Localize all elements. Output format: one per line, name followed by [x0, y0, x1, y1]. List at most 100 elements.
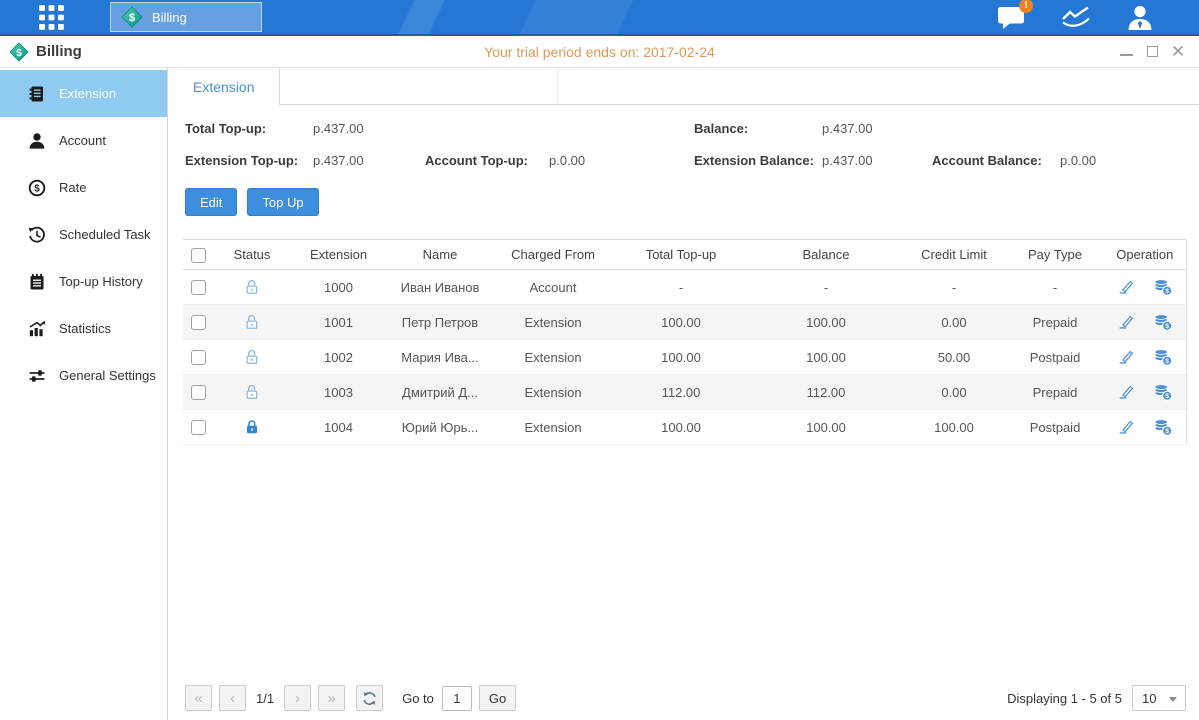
row-checkbox[interactable] — [191, 420, 206, 435]
tabstrip-empty-slot — [280, 68, 558, 105]
extension-topup-label: Extension Top-up: — [185, 153, 313, 168]
cell-total-topup: 100.00 — [612, 340, 750, 375]
sliders-icon — [28, 367, 46, 385]
row-edit-icon[interactable] — [1117, 348, 1135, 366]
app-grid-icon[interactable] — [32, 2, 70, 32]
sidebar-item-statistics[interactable]: Statistics — [0, 305, 167, 352]
maximize-icon[interactable] — [1145, 45, 1159, 59]
cell-pay-type: - — [1006, 270, 1104, 305]
col-name: Name — [386, 240, 494, 270]
prev-page-button[interactable]: ‹ — [219, 685, 246, 711]
table-row[interactable]: 1001 Петр Петров Extension 100.00 100.00… — [183, 305, 1186, 340]
svg-text:$: $ — [1165, 288, 1169, 295]
row-checkbox[interactable] — [191, 350, 206, 365]
billing-diamond-icon: $ — [9, 42, 29, 62]
reports-icon[interactable] — [1059, 2, 1093, 32]
cell-operation: $ — [1104, 340, 1186, 375]
cell-charged-from: Extension — [494, 375, 612, 410]
table-row[interactable]: 1004 Юрий Юрь... Extension 100.00 100.00… — [183, 410, 1186, 445]
cell-charged-from: Extension — [494, 340, 612, 375]
sidebar-item-rate[interactable]: $ Rate — [0, 164, 167, 211]
row-topup-icon[interactable]: $ — [1153, 383, 1173, 402]
dollar-circle-icon: $ — [28, 179, 46, 197]
status-lock-icon — [213, 305, 291, 340]
refresh-button[interactable] — [356, 685, 383, 711]
edit-button[interactable]: Edit — [185, 188, 237, 216]
row-topup-icon[interactable]: $ — [1153, 313, 1173, 332]
window-title: Billing — [36, 43, 82, 60]
cell-pay-type: Prepaid — [1006, 375, 1104, 410]
sidebar-item-topup-history[interactable]: Top-up History — [0, 258, 167, 305]
table-row[interactable]: 1003 Дмитрий Д... Extension 112.00 112.0… — [183, 375, 1186, 410]
statistics-icon — [28, 320, 46, 338]
row-edit-icon[interactable] — [1117, 278, 1135, 296]
sidebar-item-general-settings[interactable]: General Settings — [0, 352, 167, 399]
page-size-select[interactable]: 10 — [1132, 685, 1186, 711]
user-icon[interactable] — [1123, 2, 1157, 32]
cell-charged-from: Account — [494, 270, 612, 305]
last-page-button[interactable]: » — [318, 685, 345, 711]
svg-text:$: $ — [129, 12, 136, 24]
topbar-right-icons: ! — [995, 2, 1157, 32]
cell-pay-type: Prepaid — [1006, 305, 1104, 340]
page-size-value: 10 — [1142, 691, 1156, 706]
row-edit-icon[interactable] — [1117, 418, 1135, 436]
minimize-icon[interactable] — [1119, 45, 1133, 59]
cell-pay-type: Postpaid — [1006, 410, 1104, 445]
col-pay-type: Pay Type — [1006, 240, 1104, 270]
trial-notice: Your trial period ends on: 2017-02-24 — [484, 44, 715, 60]
table-row[interactable]: 1002 Мария Ива... Extension 100.00 100.0… — [183, 340, 1186, 375]
row-topup-icon[interactable]: $ — [1153, 348, 1173, 367]
status-lock-icon — [213, 410, 291, 445]
status-lock-icon — [213, 270, 291, 305]
first-page-button[interactable]: « — [185, 685, 212, 711]
goto-page-input[interactable] — [442, 686, 472, 711]
sidebar-item-account[interactable]: Account — [0, 117, 167, 164]
row-topup-icon[interactable]: $ — [1153, 278, 1173, 297]
col-credit-limit: Credit Limit — [902, 240, 1006, 270]
sidebar-item-label: Scheduled Task — [59, 227, 151, 242]
select-all-checkbox[interactable] — [191, 248, 206, 263]
account-balance-label: Account Balance: — [932, 153, 1060, 168]
cell-operation: $ — [1104, 410, 1186, 445]
account-balance-value: p.0.00 — [1060, 153, 1199, 168]
row-checkbox[interactable] — [191, 385, 206, 400]
svg-text:$: $ — [1165, 358, 1169, 365]
cell-extension: 1002 — [291, 340, 386, 375]
notification-badge: ! — [1019, 0, 1033, 13]
row-checkbox[interactable] — [191, 280, 206, 295]
row-checkbox[interactable] — [191, 315, 206, 330]
ledger-icon — [28, 85, 46, 103]
tab-extension[interactable]: Extension — [168, 68, 280, 105]
sidebar-item-extension[interactable]: Extension — [0, 70, 167, 117]
col-operation: Operation — [1104, 240, 1186, 270]
balance-label: Balance: — [694, 121, 822, 136]
chevron-down-icon — [1169, 697, 1177, 702]
cell-name: Дмитрий Д... — [386, 375, 494, 410]
cell-total-topup: 112.00 — [612, 375, 750, 410]
close-icon[interactable]: ✕ — [1171, 45, 1185, 59]
row-topup-icon[interactable]: $ — [1153, 418, 1173, 437]
cell-pay-type: Postpaid — [1006, 340, 1104, 375]
billing-summary: Total Top-up: p.437.00 Balance: p.437.00… — [168, 121, 1199, 168]
messages-icon[interactable]: ! — [995, 2, 1029, 32]
taskbar-billing-tab[interactable]: $ Billing — [110, 2, 262, 32]
col-balance: Balance — [750, 240, 902, 270]
sidebar-item-scheduled-task[interactable]: Scheduled Task — [0, 211, 167, 258]
status-lock-icon — [213, 375, 291, 410]
row-edit-icon[interactable] — [1117, 313, 1135, 331]
cell-credit-limit: 50.00 — [902, 340, 1006, 375]
cell-extension: 1001 — [291, 305, 386, 340]
cell-name: Юрий Юрь... — [386, 410, 494, 445]
goto-label: Go to — [402, 691, 434, 706]
table-row[interactable]: 1000 Иван Иванов Account - - - - — [183, 270, 1186, 305]
cell-credit-limit: 100.00 — [902, 410, 1006, 445]
row-edit-icon[interactable] — [1117, 383, 1135, 401]
window-titlebar: $ Billing Your trial period ends on: 201… — [0, 36, 1199, 68]
cell-total-topup: 100.00 — [612, 305, 750, 340]
go-button[interactable]: Go — [479, 685, 516, 711]
action-buttons: Edit Top Up — [185, 188, 1199, 216]
main-content: Extension Total Top-up: p.437.00 Balance… — [168, 68, 1199, 720]
next-page-button[interactable]: › — [284, 685, 311, 711]
top-up-button[interactable]: Top Up — [247, 188, 318, 216]
